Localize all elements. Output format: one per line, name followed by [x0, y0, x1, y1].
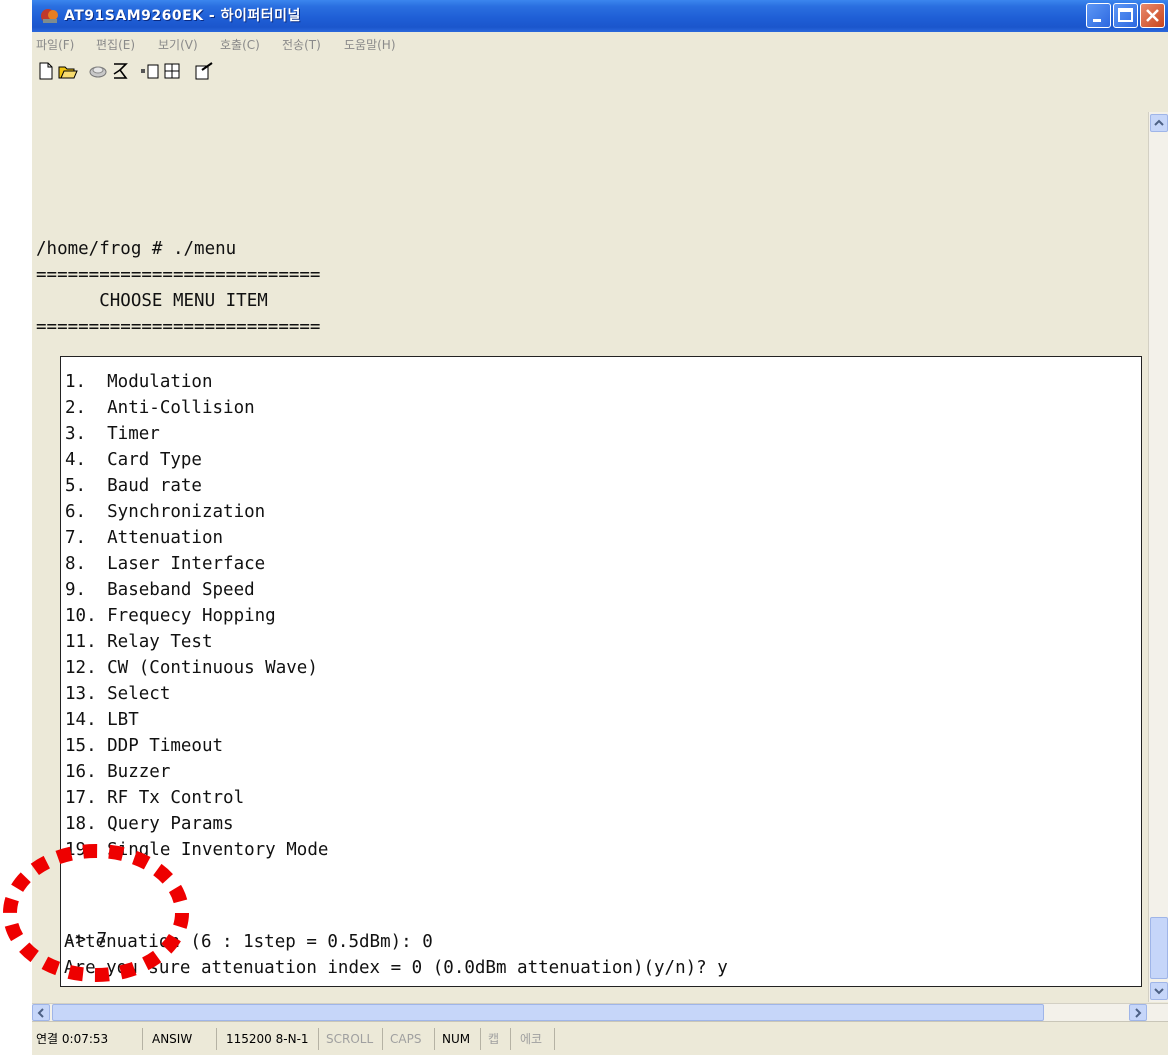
menu-item-line: 9. Baseband Speed: [65, 580, 255, 600]
num-lock-indicator: NUM: [442, 1032, 471, 1046]
new-icon[interactable]: [36, 62, 56, 80]
menu-file[interactable]: 파일(F): [36, 36, 74, 54]
close-icon: [1146, 9, 1159, 22]
scroll-right-button[interactable]: [1129, 1004, 1147, 1021]
minimize-button[interactable]: [1086, 3, 1111, 28]
toolbar: [32, 56, 1168, 86]
capture-indicator: 캡: [488, 1032, 500, 1046]
receive-icon[interactable]: [162, 62, 182, 80]
chevron-left-icon: [37, 1008, 44, 1018]
close-button[interactable]: [1140, 3, 1165, 28]
menu-item-line: 8. Laser Interface: [65, 554, 266, 574]
terminal-line: ===========================: [36, 317, 321, 337]
chevron-right-icon: [1135, 1008, 1142, 1018]
menu-edit[interactable]: 편집(E): [96, 36, 135, 54]
echo-indicator: 에코: [520, 1032, 543, 1046]
maximize-button[interactable]: [1113, 3, 1138, 28]
title-bar[interactable]: AT91SAM9260EK - 하이퍼터미널: [32, 0, 1168, 32]
scroll-lock-indicator: SCROLL: [326, 1032, 374, 1046]
menu-item-line: 3. Timer: [65, 424, 160, 444]
chevron-up-icon: [1154, 119, 1164, 126]
send-icon[interactable]: [140, 62, 160, 80]
menu-transfer[interactable]: 전송(T): [282, 36, 321, 54]
menu-item-line: 12. CW (Continuous Wave): [65, 658, 318, 678]
horizontal-scroll-thumb[interactable]: [52, 1004, 1044, 1021]
menu-item-line: 7. Attenuation: [65, 528, 224, 548]
hyperterminal-window: AT91SAM9260EK - 하이퍼터미널 파일(F) 편집(E) 보기(V)…: [32, 0, 1168, 1055]
menu-view[interactable]: 보기(V): [158, 36, 198, 54]
menu-bar: 파일(F) 편집(E) 보기(V) 호출(C) 전송(T) 도움말(H): [32, 32, 1168, 56]
menu-item-line: 14. LBT: [65, 710, 139, 730]
menu-item-line: 1. Modulation: [65, 372, 213, 392]
annotation-circle: [3, 844, 189, 982]
maximize-icon: [1118, 8, 1133, 22]
menu-item-line: 18. Query Params: [65, 814, 234, 834]
menu-call[interactable]: 호출(C): [220, 36, 260, 54]
hyperterminal-app-icon: [41, 9, 58, 23]
menu-item-line: 11. Relay Test: [65, 632, 213, 652]
scroll-up-button[interactable]: [1150, 114, 1168, 132]
emulation-type: ANSIW: [152, 1032, 193, 1046]
scroll-down-button[interactable]: [1150, 982, 1168, 1000]
connect-icon[interactable]: [110, 62, 130, 80]
menu-item-line: 13. Select: [65, 684, 171, 704]
menu-item-line: 5. Baud rate: [65, 476, 202, 496]
menu-item-line: 2. Anti-Collision: [65, 398, 255, 418]
menu-item-line: 10. Frequecy Hopping: [65, 606, 276, 626]
terminal-scrollback[interactable]: /home/frog # ./menu ====================…: [36, 112, 1140, 352]
scroll-left-button[interactable]: [32, 1004, 50, 1021]
horizontal-scrollbar[interactable]: [32, 1003, 1168, 1021]
status-bar: 연결 0:07:53 ANSIW 115200 8-N-1 SCROLL CAP…: [32, 1021, 1168, 1055]
caps-lock-indicator: CAPS: [390, 1032, 422, 1046]
menu-item-line: 4. Card Type: [65, 450, 202, 470]
terminal-line: CHOOSE MENU ITEM: [36, 291, 268, 311]
minimize-icon: [1093, 19, 1101, 22]
scroll-thumb[interactable]: [1150, 917, 1168, 979]
menu-item-line: 6. Synchronization: [65, 502, 266, 522]
terminal-line: /home/frog # ./menu: [36, 239, 237, 259]
vertical-scrollbar[interactable]: [1148, 112, 1168, 1002]
terminal-screen[interactable]: 1. Modulation 2. Anti-Collision 3. Timer…: [60, 356, 1142, 987]
open-icon[interactable]: [58, 62, 78, 80]
chevron-down-icon: [1154, 988, 1164, 995]
connection-time: 연결 0:07:53: [36, 1032, 109, 1046]
menu-item-line: 15. DDP Timeout: [65, 736, 224, 756]
terminal-line: ===========================: [36, 265, 321, 285]
menu-item-line: 16. Buzzer: [65, 762, 171, 782]
menu-item-line: 17. RF Tx Control: [65, 788, 245, 808]
disconnect-icon[interactable]: [88, 62, 108, 80]
properties-icon[interactable]: [194, 62, 214, 80]
port-settings: 115200 8-N-1: [226, 1032, 309, 1046]
menu-help[interactable]: 도움말(H): [344, 36, 396, 54]
window-title: AT91SAM9260EK - 하이퍼터미널: [64, 8, 301, 24]
